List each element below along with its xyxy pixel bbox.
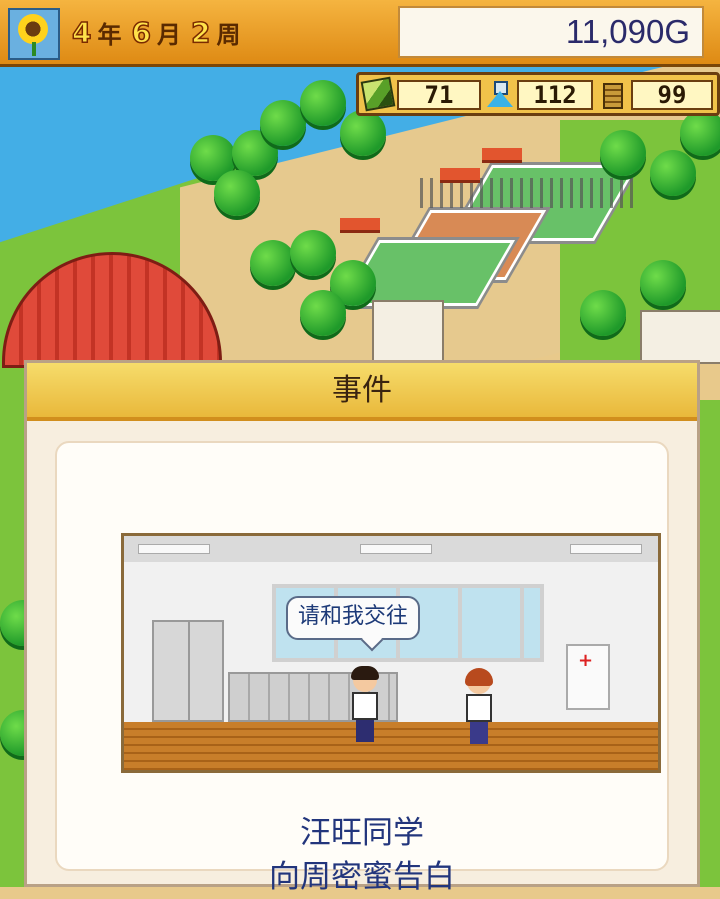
tree (300, 290, 346, 336)
building (372, 300, 444, 364)
calendar-date: 4 年 6 月 2 周 (71, 10, 244, 54)
money-display: 11,090G (398, 6, 704, 58)
speech-bubble: 请和我交往 (286, 596, 421, 640)
month-value: 6 (131, 15, 152, 50)
year-label: 年 (97, 20, 122, 49)
pencil-icon (360, 76, 396, 112)
tree (250, 240, 296, 286)
study-points: 71 (397, 80, 481, 110)
ceiling-light (138, 544, 210, 554)
bench (340, 218, 380, 233)
week-label: 周 (216, 20, 241, 49)
top-bar: 4 年 6 月 2 周 11,090G (0, 0, 720, 67)
flask-icon (485, 79, 515, 109)
bench (440, 168, 480, 183)
event-line-1: 汪旺同学 (300, 815, 424, 851)
building (640, 310, 720, 364)
research-points: 112 (517, 80, 593, 110)
tree (214, 170, 260, 216)
event-line-2: 向周密蜜告白 (269, 859, 455, 895)
student-boy (348, 666, 382, 744)
tree (650, 150, 696, 196)
tree (680, 110, 720, 156)
ceiling-light (360, 544, 432, 554)
week-value: 2 (190, 15, 211, 50)
event-illustration: 请和我交往 (121, 533, 661, 773)
tower-points: 99 (631, 80, 713, 110)
event-header: 事件 (27, 363, 697, 421)
first-aid-cabinet (566, 644, 610, 710)
locker (152, 620, 224, 722)
tree (290, 230, 336, 276)
student-girl (462, 668, 496, 746)
tree (300, 80, 346, 126)
year-value: 4 (71, 15, 92, 50)
tower-icon (597, 79, 627, 109)
ceiling-light (570, 544, 642, 554)
tree (640, 260, 686, 306)
stats-bar: 71 112 99 (356, 72, 720, 116)
tree (260, 100, 306, 146)
tree (600, 130, 646, 176)
bench (482, 148, 522, 163)
event-dialog[interactable]: 事件 请和我交往 汪旺同学 向周密蜜告白 (24, 360, 700, 895)
event-title: 事件 (332, 373, 392, 408)
event-content: 请和我交往 汪旺同学 向周密蜜告白 (55, 441, 669, 895)
tree (580, 290, 626, 336)
event-description: 汪旺同学 向周密蜜告白 (57, 811, 667, 899)
tree (340, 110, 386, 156)
month-label: 月 (156, 20, 181, 49)
wooden-floor (124, 722, 658, 770)
sunflower-icon (8, 8, 60, 60)
